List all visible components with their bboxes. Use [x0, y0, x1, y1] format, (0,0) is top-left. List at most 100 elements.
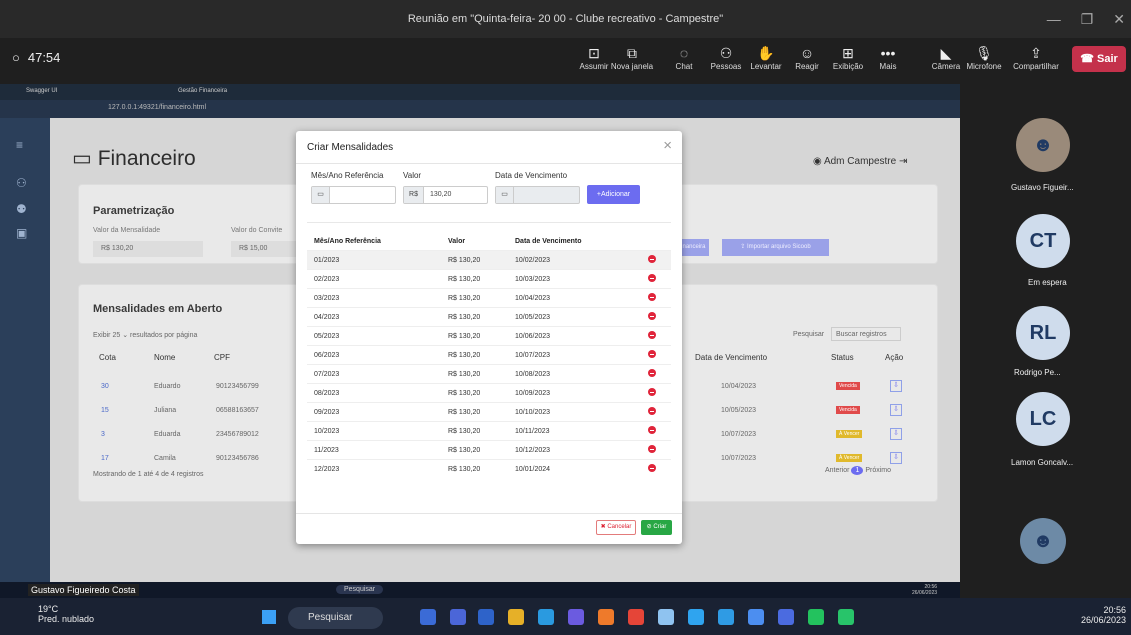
- remove-icon[interactable]: [648, 255, 656, 263]
- remove-icon[interactable]: [648, 407, 656, 415]
- valor-input[interactable]: R$ 130,20: [403, 186, 488, 204]
- vencimento-input[interactable]: ▭: [495, 186, 580, 204]
- remove-icon[interactable]: [648, 445, 656, 453]
- folder-icon[interactable]: [508, 609, 524, 625]
- restore-icon[interactable]: ❐: [1081, 11, 1094, 28]
- tab-gestao[interactable]: Gestão Financeira: [178, 88, 227, 94]
- valor-prefix: R$: [404, 187, 424, 203]
- financeira-button[interactable]: nanceira: [679, 239, 709, 256]
- app-icon-6[interactable]: [568, 609, 584, 625]
- teams-icon[interactable]: [450, 609, 466, 625]
- share-label: Compartilhar: [1013, 62, 1059, 71]
- remove-icon[interactable]: [648, 350, 656, 358]
- close-modal-button[interactable]: ×: [663, 131, 672, 161]
- app-icon-13[interactable]: [778, 609, 794, 625]
- cell-vencimento: 10/05/2023: [515, 314, 551, 321]
- cell-cpf: 23456789012: [216, 431, 259, 438]
- remove-icon[interactable]: [648, 312, 656, 320]
- close-icon[interactable]: ✕: [1113, 11, 1125, 28]
- whatsapp-icon[interactable]: [838, 609, 854, 625]
- create-button[interactable]: ⊘ Criar: [641, 520, 672, 535]
- cell-cota[interactable]: 3: [101, 431, 105, 438]
- share-button[interactable]: ⇪ Compartilhar: [1010, 44, 1062, 78]
- entries-selector[interactable]: Exibir 25 ⌄ resultados por página: [93, 331, 197, 339]
- new-window-label: Nova janela: [610, 62, 654, 71]
- page-1-button[interactable]: 1: [851, 466, 864, 475]
- convite-field[interactable]: R$ 15,00: [231, 241, 301, 257]
- inner-search[interactable]: Pesquisar: [336, 585, 384, 594]
- cell-valor: R$ 130,20: [448, 333, 481, 340]
- leave-button[interactable]: ☎ Sair: [1072, 46, 1126, 72]
- remove-icon[interactable]: [648, 369, 656, 377]
- url-text: 127.0.0.1:49321/financeiro.html: [108, 104, 207, 111]
- microphone-button[interactable]: 🎙 Microfone: [958, 44, 1010, 78]
- cell-vencimento: 10/03/2023: [515, 276, 551, 283]
- download-icon[interactable]: ⇩: [890, 380, 902, 392]
- logout-icon[interactable]: ⇥: [896, 156, 907, 167]
- remove-icon[interactable]: [648, 426, 656, 434]
- wallet-icon: ▭: [72, 147, 98, 170]
- app-icon-10[interactable]: [688, 609, 704, 625]
- remove-icon[interactable]: [648, 331, 656, 339]
- menu-icon[interactable]: ≡: [16, 138, 23, 152]
- download-icon[interactable]: ⇩: [890, 404, 902, 416]
- next-button[interactable]: Próximo: [865, 467, 891, 474]
- edge-icon[interactable]: [538, 609, 554, 625]
- avatar-ct[interactable]: CT: [1016, 214, 1070, 268]
- cancel-button[interactable]: ✖ Cancelar: [596, 520, 636, 535]
- mes-ano-input[interactable]: ▭: [311, 186, 396, 204]
- app-icon-9[interactable]: [658, 609, 674, 625]
- spotify-icon[interactable]: [808, 609, 824, 625]
- minimize-icon[interactable]: —: [1047, 11, 1061, 27]
- finance-icon[interactable]: ▣: [16, 226, 27, 240]
- table-row: 10/2023 R$ 130,20 10/11/2023: [307, 421, 671, 440]
- cell-vencimento: 10/10/2023: [515, 409, 551, 416]
- app-icon-3[interactable]: [478, 609, 494, 625]
- address-bar[interactable]: 127.0.0.1:49321/financeiro.html: [0, 100, 960, 118]
- self-video[interactable]: ☻: [1020, 518, 1066, 564]
- tab-swagger[interactable]: Swagger UI: [26, 88, 57, 94]
- chrome-icon[interactable]: [628, 609, 644, 625]
- add-button[interactable]: +Adicionar: [587, 185, 640, 204]
- param-title: Parametrização: [93, 205, 175, 217]
- add-user-icon[interactable]: ⚉: [16, 202, 27, 216]
- user-menu[interactable]: ◉ Adm Campestre ⇥: [813, 156, 907, 167]
- weather-text: Pred. nublado: [38, 614, 95, 624]
- cell-valor: R$ 130,20: [448, 428, 481, 435]
- more-label: Mais: [879, 62, 897, 71]
- cell-cota[interactable]: 30: [101, 383, 109, 390]
- download-icon[interactable]: ⇩: [890, 428, 902, 440]
- table-row: 11/2023 R$ 130,20 10/12/2023: [307, 440, 671, 459]
- taskbar-search[interactable]: Pesquisar: [288, 607, 383, 629]
- weather-widget[interactable]: 19°C Pred. nublado: [38, 604, 94, 624]
- windows-start-icon[interactable]: [262, 610, 276, 624]
- divider: [307, 222, 671, 223]
- cell-cota[interactable]: 15: [101, 407, 109, 414]
- download-icon[interactable]: ⇩: [890, 452, 902, 464]
- avatar-rl[interactable]: RL: [1016, 306, 1070, 360]
- app-icon-1[interactable]: [420, 609, 436, 625]
- prev-button[interactable]: Anterior: [825, 467, 850, 474]
- mensalidade-field[interactable]: R$ 130,20: [93, 241, 203, 257]
- import-button[interactable]: ⇪ Importar arquivo Sicoob: [722, 239, 829, 256]
- app-icon-11[interactable]: [718, 609, 734, 625]
- app-icon-12[interactable]: [748, 609, 764, 625]
- col-acao: Ação: [885, 353, 904, 362]
- more-button[interactable]: ••• Mais: [862, 44, 914, 78]
- search-input[interactable]: Buscar registros: [831, 327, 901, 341]
- table-row: 07/2023 R$ 130,20 10/08/2023: [307, 364, 671, 383]
- avatar-lc[interactable]: LC: [1016, 392, 1070, 446]
- remove-icon[interactable]: [648, 293, 656, 301]
- microphone-label: Microfone: [966, 62, 1002, 71]
- cell-cota[interactable]: 17: [101, 455, 109, 462]
- new-window-button[interactable]: ⧉ Nova janela: [606, 44, 658, 78]
- cell-mes: 06/2023: [314, 352, 340, 359]
- avatar-gustavo[interactable]: ☻: [1016, 118, 1070, 172]
- remove-icon[interactable]: [648, 388, 656, 396]
- remove-icon[interactable]: [648, 274, 656, 282]
- presenter-caption: Gustavo Figueiredo Costa: [28, 584, 139, 596]
- firefox-icon[interactable]: [598, 609, 614, 625]
- remove-icon[interactable]: [648, 464, 656, 472]
- users-icon[interactable]: ⚇: [16, 176, 27, 190]
- col-cota: Cota: [99, 353, 116, 362]
